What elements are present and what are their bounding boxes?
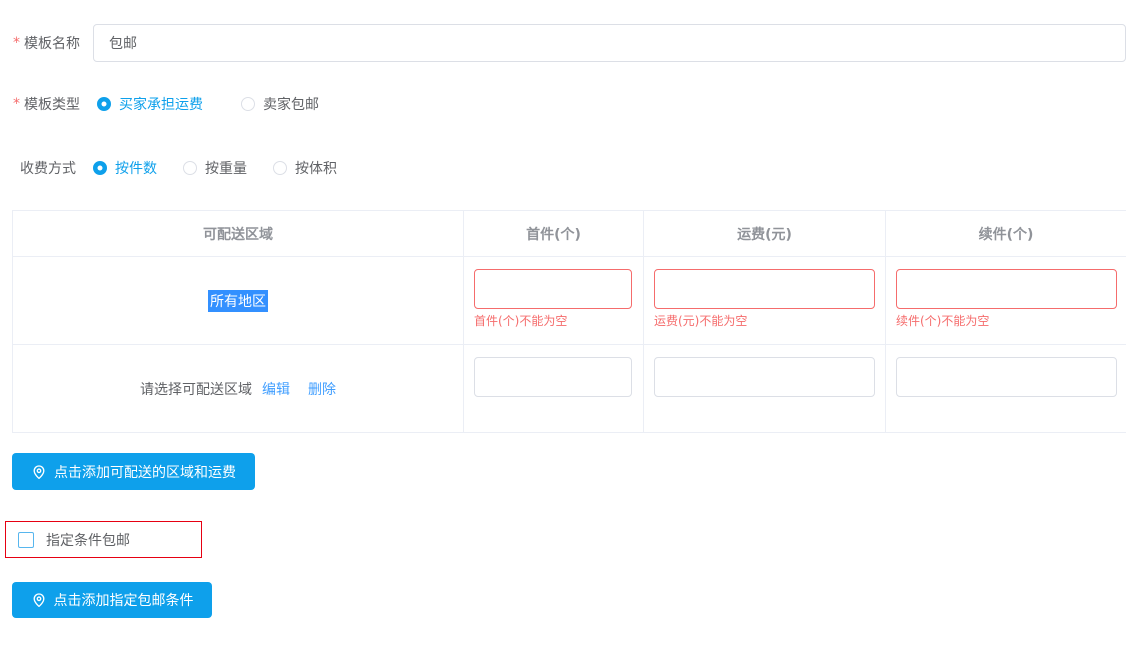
radio-seller-free-shipping[interactable]: 卖家包邮 [241,94,319,114]
next-piece-error: 续件(个)不能为空 [896,314,989,328]
freight-cell: 运费(元)不能为空 [644,257,886,345]
first-piece-cell: 首件(个)不能为空 [464,257,644,345]
radio-label: 按体积 [295,158,337,178]
choose-area-text: 请选择可配送区域 [140,379,252,399]
first-piece-input[interactable] [474,357,632,397]
first-piece-cell [464,345,644,433]
table-row: 所有地区 首件(个)不能为空 运费(元)不能为空 续件(个)不能为空 [13,257,1126,345]
radio-by-piece[interactable]: 按件数 [93,158,157,178]
radio-selected-icon [97,97,111,111]
table-header-row: 可配送区域 首件(个) 运费(元) 续件(个) [13,211,1126,257]
header-deliverable-area: 可配送区域 [13,211,464,257]
header-freight: 运费(元) [644,211,886,257]
add-area-button[interactable]: 点击添加可配送的区域和运费 [12,453,255,490]
conditional-free-shipping-label: 指定条件包邮 [46,530,130,550]
table-row: 请选择可配送区域 编辑 删除 [13,345,1126,433]
radio-unselected-icon [241,97,255,111]
delete-link[interactable]: 删除 [308,379,336,399]
charge-method-row: 收费方式 按件数 按重量 按体积 [20,158,337,178]
next-piece-cell: 续件(个)不能为空 [886,257,1126,345]
required-asterisk: * [13,35,20,51]
add-condition-button[interactable]: 点击添加指定包邮条件 [12,582,212,618]
add-condition-button-label: 点击添加指定包邮条件 [54,590,194,610]
area-cell: 所有地区 [13,257,464,345]
radio-label: 按重量 [205,158,247,178]
radio-unselected-icon [273,161,287,175]
freight-error: 运费(元)不能为空 [654,314,747,328]
template-type-label: 模板类型 [24,94,80,114]
first-piece-error: 首件(个)不能为空 [474,314,567,328]
checkbox-unchecked-icon[interactable] [18,532,34,548]
first-piece-input[interactable] [474,269,632,309]
next-piece-cell [886,345,1126,433]
shipping-fee-table: 可配送区域 首件(个) 运费(元) 续件(个) 所有地区 首件(个)不能为空 运… [12,210,1126,433]
edit-link[interactable]: 编辑 [262,379,290,399]
template-type-row: * 模板类型 买家承担运费 卖家包邮 [13,94,319,114]
template-name-input[interactable] [93,24,1126,62]
radio-label: 买家承担运费 [119,94,203,114]
next-piece-input[interactable] [896,269,1117,309]
next-piece-input[interactable] [896,357,1117,397]
header-next-piece: 续件(个) [886,211,1126,257]
template-name-row: * 模板名称 [13,24,80,62]
charge-method-label: 收费方式 [20,158,76,178]
location-pin-icon [31,464,47,480]
radio-selected-icon [93,161,107,175]
add-area-button-label: 点击添加可配送的区域和运费 [54,462,236,482]
radio-unselected-icon [183,161,197,175]
required-asterisk: * [13,96,20,112]
radio-buyer-pays-freight[interactable]: 买家承担运费 [97,94,203,114]
template-name-label: 模板名称 [24,33,80,53]
radio-label: 按件数 [115,158,157,178]
header-first-piece: 首件(个) [464,211,644,257]
shipping-template-form: * 模板名称 * 模板类型 买家承担运费 卖家包邮 收费方式 按件数 按重量 按… [0,0,1126,666]
freight-input[interactable] [654,357,875,397]
all-areas-selected-text[interactable]: 所有地区 [208,290,268,312]
location-pin-icon [31,592,47,608]
area-cell: 请选择可配送区域 编辑 删除 [13,345,464,433]
conditional-free-shipping-box: 指定条件包邮 [5,521,202,558]
radio-label: 卖家包邮 [263,94,319,114]
freight-input[interactable] [654,269,875,309]
radio-by-volume[interactable]: 按体积 [273,158,337,178]
radio-by-weight[interactable]: 按重量 [183,158,247,178]
freight-cell [644,345,886,433]
